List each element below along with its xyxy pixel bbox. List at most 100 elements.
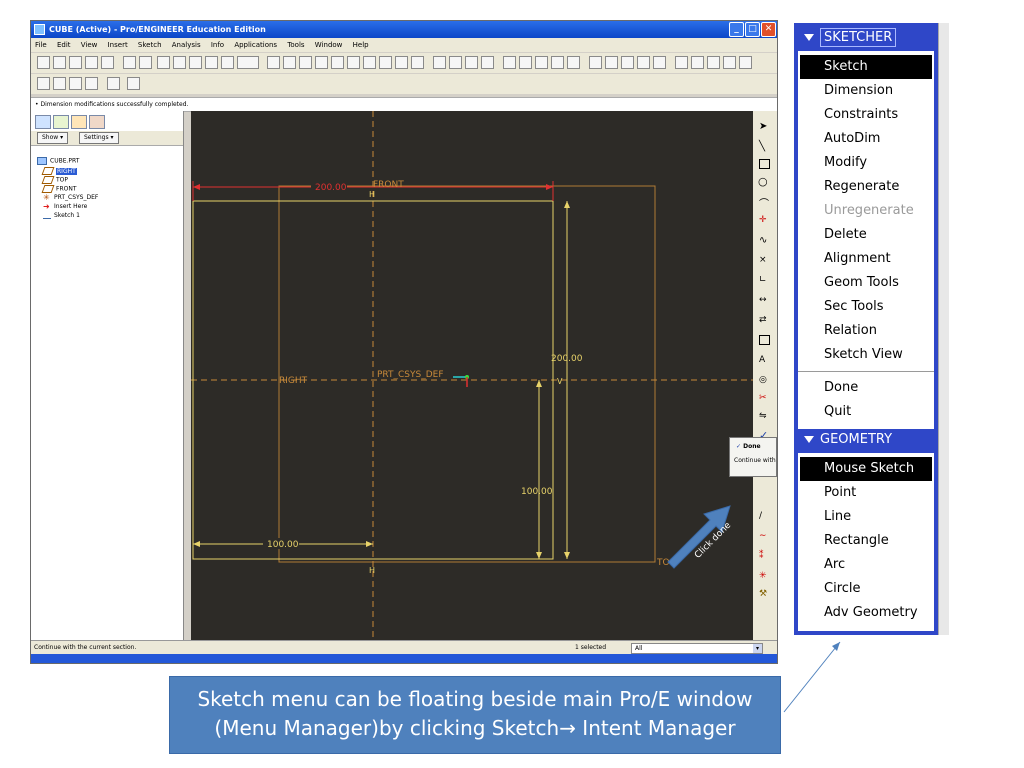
axis-tool-icon[interactable] [621,56,634,69]
point-tool-icon[interactable] [637,56,650,69]
display-grid-icon[interactable] [707,56,720,69]
undo-icon[interactable] [123,56,136,69]
text-tool-icon[interactable]: A [759,355,765,365]
menu-item-arc[interactable]: Arc [798,553,934,577]
menu-item-point[interactable]: Point [798,481,934,505]
menu-applications[interactable]: Applications [234,41,277,49]
refit-icon[interactable] [347,56,360,69]
model-tree-icon[interactable] [37,77,50,90]
menu-item-delete[interactable]: Delete [798,223,934,247]
dim-right-value[interactable]: 200.00 [551,354,583,364]
favorites-tab-icon[interactable] [71,115,87,129]
sketch-orient-icon[interactable] [739,56,752,69]
circle-tool-icon[interactable]: ○ [758,175,768,188]
menu-item-relation[interactable]: Relation [798,319,934,343]
new-icon[interactable] [37,56,50,69]
arc-tool-icon[interactable]: ⌒ [759,195,769,210]
spin-center-icon[interactable] [283,56,296,69]
model-tree-tab-icon[interactable] [35,115,51,129]
menu-item-rectangle[interactable]: Rectangle [798,529,934,553]
sketcher-header[interactable]: SKETCHER [798,27,934,49]
dim-top-value[interactable]: 200.00 [315,183,347,193]
reorient-icon[interactable] [363,56,376,69]
display-dims-icon[interactable] [675,56,688,69]
menu-edit[interactable]: Edit [57,41,71,49]
appearance-icon[interactable] [411,56,424,69]
copy-icon[interactable] [173,56,186,69]
menu-manager-scrollbar[interactable] [938,23,949,635]
menu-file[interactable]: File [35,41,47,49]
filter-dropdown[interactable]: All ▾ [631,643,763,654]
menu-help[interactable]: Help [353,41,369,49]
menu-analysis[interactable]: Analysis [172,41,201,49]
sketch-point-icon[interactable]: ⁑ [759,551,764,561]
menu-item-circle[interactable]: Circle [798,577,934,601]
annotation-icon[interactable] [567,56,580,69]
menu-item-modify[interactable]: Modify [798,151,934,175]
menu-item-dimension[interactable]: Dimension [798,79,934,103]
datum-planes-icon[interactable] [503,56,516,69]
menu-item-autodim[interactable]: AutoDim [798,127,934,151]
done-popup-item[interactable]: ✓ Done [736,443,776,450]
rectangle-tool-icon[interactable] [759,159,770,169]
tree-item-front[interactable]: FRONT [41,185,77,193]
saved-views-icon[interactable] [379,56,392,69]
modify-tool-icon[interactable]: ⇄ [759,315,767,325]
wireframe-icon[interactable] [433,56,446,69]
menu-item-quit[interactable]: Quit [798,400,934,424]
shading-icon[interactable] [481,56,494,69]
sketch-tool-icon[interactable] [589,56,602,69]
datum-points-icon[interactable] [535,56,548,69]
menu-item-sketch[interactable]: Sketch [800,55,932,79]
geometry-header[interactable]: GEOMETRY [798,429,934,451]
plane-tool-icon[interactable] [605,56,618,69]
menu-item-constraints[interactable]: Constraints [798,103,934,127]
tree-item-sketch-1[interactable]: Sketch 1 [43,212,80,219]
sketch-palette-icon[interactable]: ⚒ [759,589,767,599]
regenerate-icon[interactable] [85,77,98,90]
display-constraints-icon[interactable] [691,56,704,69]
mirror-tool-icon[interactable]: ⇋ [759,411,767,421]
zoom-out-icon[interactable] [331,56,344,69]
menu-item-adv-geometry[interactable]: Adv Geometry [798,601,934,625]
sketch-line-icon[interactable]: ∕ [759,511,762,521]
menu-item-geom-tools[interactable]: Geom Tools [798,271,934,295]
menu-item-mouse-sketch[interactable]: Mouse Sketch [800,457,932,481]
no-hidden-icon[interactable] [465,56,478,69]
tree-item-prt-csys-def[interactable]: ✳ PRT_CSYS_DEF [43,193,98,201]
show-button[interactable]: Show ▾ [37,132,69,144]
mode-icon[interactable] [107,77,120,90]
menu-info[interactable]: Info [211,41,224,49]
model-player-icon[interactable] [53,77,66,90]
maximize-icon[interactable]: □ [745,22,760,37]
menu-item-sketch-view[interactable]: Sketch View [798,343,934,367]
select-arrow-icon[interactable]: ➤ [759,121,767,132]
select-box-icon[interactable] [237,56,259,69]
spline-tool-icon[interactable]: ∿ [759,235,767,246]
dim-bottom-value[interactable]: 100.00 [267,540,299,550]
menu-item-done[interactable]: Done [798,376,934,400]
minimize-icon[interactable]: _ [729,22,744,37]
coord-sys-icon[interactable] [551,56,564,69]
paste-icon[interactable] [189,56,202,69]
folder-browser-tab-icon[interactable] [53,115,69,129]
orient-icon[interactable] [299,56,312,69]
hidden-line-icon[interactable] [449,56,462,69]
menu-item-alignment[interactable]: Alignment [798,247,934,271]
menu-window[interactable]: Window [315,41,343,49]
help-pointer-icon[interactable] [127,77,140,90]
paste-special-icon[interactable] [205,56,218,69]
palette-tool-icon[interactable]: ◎ [759,375,767,385]
trim-tool-icon[interactable]: ✂ [759,393,767,403]
menu-tools[interactable]: Tools [287,41,304,49]
point-tool-icon[interactable]: × [759,255,767,265]
email-icon[interactable] [101,56,114,69]
line-tool-icon[interactable]: ╲ [759,141,765,152]
print-icon[interactable] [85,56,98,69]
sketch-spline-icon[interactable]: ∼ [759,531,767,541]
redo-icon[interactable] [139,56,152,69]
close-icon[interactable]: ✕ [761,22,776,37]
tree-item-cube-prt[interactable]: CUBE.PRT [37,157,79,165]
menu-item-regenerate[interactable]: Regenerate [798,175,934,199]
open-icon[interactable] [53,56,66,69]
